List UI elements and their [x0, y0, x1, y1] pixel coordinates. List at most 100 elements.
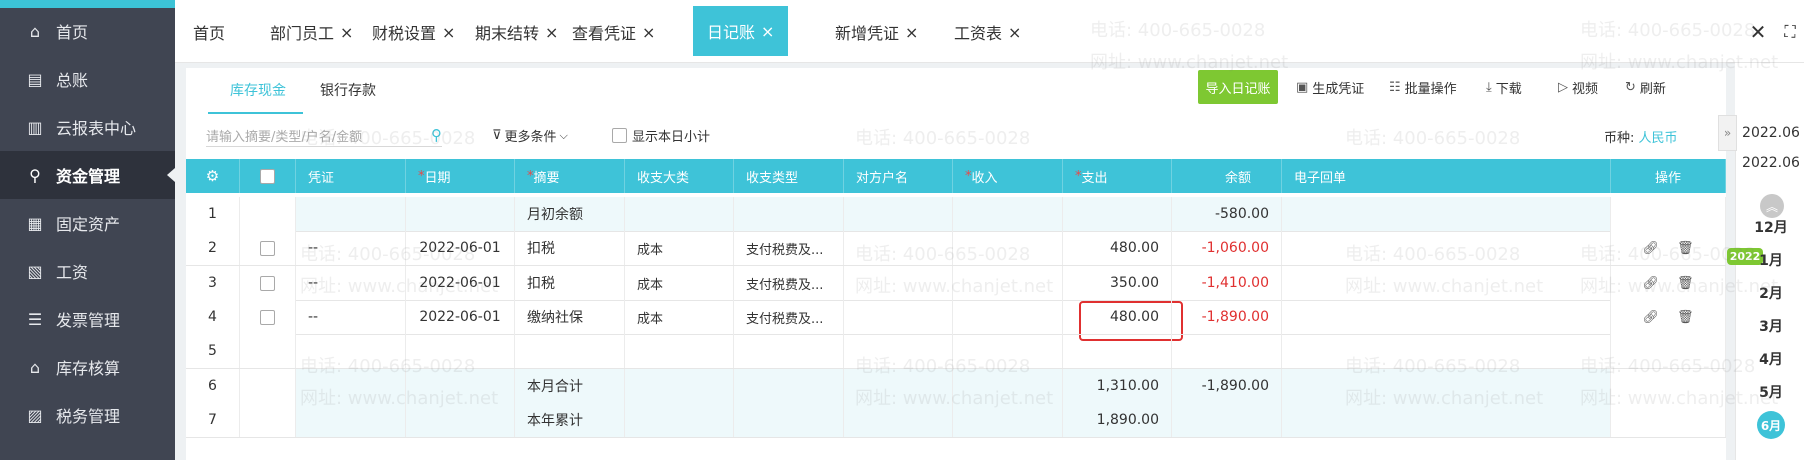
row-checkbox[interactable]: [260, 309, 275, 325]
fullscreen-icon[interactable]: ⛶: [1776, 14, 1804, 50]
batch-operation-button[interactable]: ☷ 批量操作: [1389, 78, 1457, 97]
balance-cell[interactable]: -1,060.00: [1172, 231, 1282, 265]
generate-voucher-button[interactable]: ▣ 生成凭证: [1296, 78, 1364, 97]
select-all-checkbox[interactable]: [260, 168, 275, 184]
sidebar-item[interactable]: ⌂ 首页: [0, 7, 175, 55]
month-item[interactable]: 12月: [1742, 217, 1800, 237]
close-icon[interactable]: ×: [642, 23, 655, 42]
table-row[interactable]: 3 -- 2022-06-01 扣税 成本 支付税费及... 350.00 -1,410.00…: [186, 266, 1726, 301]
sidebar-item[interactable]: ▨ 税务管理: [0, 391, 175, 439]
tab[interactable]: 财税设置 ×: [372, 10, 455, 54]
tab[interactable]: 查看凭证 ×: [572, 10, 655, 54]
type-cell[interactable]: 支付税费及...: [734, 231, 844, 265]
month-item[interactable]: 4月: [1742, 349, 1800, 369]
month-item[interactable]: 5月: [1742, 382, 1800, 402]
party-cell[interactable]: [844, 266, 953, 300]
balance-cell[interactable]: -1,890.00: [1172, 300, 1282, 334]
sidebar-item[interactable]: ▥ 云报表中心: [0, 103, 175, 151]
category-cell[interactable]: 成本: [625, 266, 734, 300]
expense-cell[interactable]: 480.00: [1063, 231, 1172, 265]
currency-selector[interactable]: 币种: 人民币: [1604, 127, 1678, 146]
summary-cell[interactable]: 扣税: [515, 231, 625, 265]
tab[interactable]: 部门员工 ×: [270, 10, 353, 54]
type-cell[interactable]: 支付税费及...: [734, 266, 844, 300]
party-cell[interactable]: [844, 300, 953, 334]
selected-month-badge[interactable]: 6月: [1757, 411, 1785, 439]
income-cell[interactable]: [953, 231, 1063, 265]
close-icon[interactable]: ×: [340, 23, 353, 42]
voucher-cell[interactable]: --: [296, 266, 406, 300]
scroll-up-icon[interactable]: ︽: [1760, 194, 1784, 218]
expense-cell[interactable]: 350.00: [1063, 266, 1172, 300]
sidebar-item[interactable]: ⚲ 资金管理: [0, 151, 175, 199]
type-cell[interactable]: [734, 334, 844, 368]
close-icon[interactable]: ✕: [1740, 14, 1776, 50]
close-icon[interactable]: ×: [545, 23, 558, 42]
daily-subtotal-checkbox[interactable]: [612, 128, 627, 143]
download-button[interactable]: ⤓ 下载: [1486, 78, 1522, 97]
tab[interactable]: 新增凭证 ×: [835, 10, 918, 54]
income-cell[interactable]: [953, 266, 1063, 300]
search-input[interactable]: 请输入摘要/类型/户名/金额 ⚲: [206, 124, 442, 147]
subtab-bank[interactable]: 银行存款: [320, 80, 376, 100]
category-cell[interactable]: 成本: [625, 300, 734, 334]
video-button[interactable]: ▷ 视频: [1558, 78, 1598, 97]
tab[interactable]: 首页: [193, 10, 225, 54]
balance-cell[interactable]: [1172, 334, 1282, 368]
expense-cell[interactable]: 480.00: [1063, 300, 1172, 334]
table-row[interactable]: 5: [186, 334, 1726, 369]
trash-icon[interactable]: 🗑︎: [1677, 276, 1694, 291]
party-cell[interactable]: [844, 334, 953, 368]
sidebar-item[interactable]: ☰ 发票管理: [0, 295, 175, 343]
row-checkbox[interactable]: [260, 240, 275, 256]
close-icon[interactable]: ×: [442, 23, 455, 42]
table-row[interactable]: 7 本年累计 1,890.00: [186, 403, 1726, 438]
row-checkbox[interactable]: [260, 275, 275, 291]
link-icon[interactable]: 🔗︎: [1642, 310, 1659, 325]
date-cell[interactable]: 2022-06-01: [406, 266, 515, 300]
party-cell[interactable]: [844, 231, 953, 265]
period-from[interactable]: 2022.06: [1742, 125, 1800, 141]
category-cell[interactable]: 成本: [625, 231, 734, 265]
month-item[interactable]: 3月: [1742, 316, 1800, 336]
summary-cell[interactable]: [515, 334, 625, 368]
close-icon[interactable]: ×: [1008, 23, 1021, 42]
month-item[interactable]: 6月: [1742, 411, 1800, 439]
summary-cell[interactable]: 缴纳社保: [515, 300, 625, 334]
type-cell[interactable]: 支付税费及...: [734, 300, 844, 334]
month-item[interactable]: 2月: [1742, 283, 1800, 303]
income-cell[interactable]: [953, 300, 1063, 334]
tab[interactable]: 期末结转 ×: [475, 10, 558, 54]
link-icon[interactable]: 🔗︎: [1642, 241, 1659, 256]
trash-icon[interactable]: 🗑︎: [1677, 310, 1694, 325]
refresh-button[interactable]: ↻ 刷新: [1625, 78, 1666, 97]
table-row[interactable]: 2 -- 2022-06-01 扣税 成本 支付税费及... 480.00 -1,060.00…: [186, 231, 1726, 266]
close-icon[interactable]: ×: [905, 23, 918, 42]
table-row[interactable]: 1 月初余额 -580.00: [186, 197, 1726, 232]
sidebar-item[interactable]: ▤ 总账: [0, 55, 175, 103]
table-row[interactable]: 4 -- 2022-06-01 缴纳社保 成本 支付税费及... 480.00 -1,890.…: [186, 300, 1726, 335]
collapse-panel-icon[interactable]: »: [1718, 115, 1737, 151]
summary-cell[interactable]: 扣税: [515, 266, 625, 300]
voucher-cell[interactable]: [296, 334, 406, 368]
voucher-cell[interactable]: --: [296, 300, 406, 334]
sidebar-item[interactable]: ▦ 固定资产: [0, 199, 175, 247]
balance-cell[interactable]: -1,410.00: [1172, 266, 1282, 300]
voucher-cell[interactable]: --: [296, 231, 406, 265]
period-to[interactable]: 2022.06: [1742, 155, 1800, 171]
sidebar-item[interactable]: ⌂ 库存核算: [0, 343, 175, 391]
table-row[interactable]: 6 本月合计 1,310.00 -1,890.00: [186, 369, 1726, 404]
income-cell[interactable]: [953, 334, 1063, 368]
trash-icon[interactable]: 🗑︎: [1677, 241, 1694, 256]
subtab-cash[interactable]: 库存现金: [230, 80, 286, 100]
tab[interactable]: 日记账 ×: [693, 6, 789, 56]
link-icon[interactable]: 🔗︎: [1642, 276, 1659, 291]
sidebar-item[interactable]: ▧ 工资: [0, 247, 175, 295]
import-journal-button[interactable]: 导入日记账: [1198, 70, 1278, 104]
tab[interactable]: 工资表 ×: [954, 10, 1021, 54]
daily-subtotal-toggle[interactable]: 显示本日小计: [612, 126, 710, 145]
close-icon[interactable]: ×: [761, 22, 774, 41]
more-conditions-dropdown[interactable]: ⊽ 更多条件 ⌵: [492, 126, 568, 145]
date-cell[interactable]: [406, 334, 515, 368]
column-settings-icon[interactable]: ⚙: [186, 159, 240, 193]
